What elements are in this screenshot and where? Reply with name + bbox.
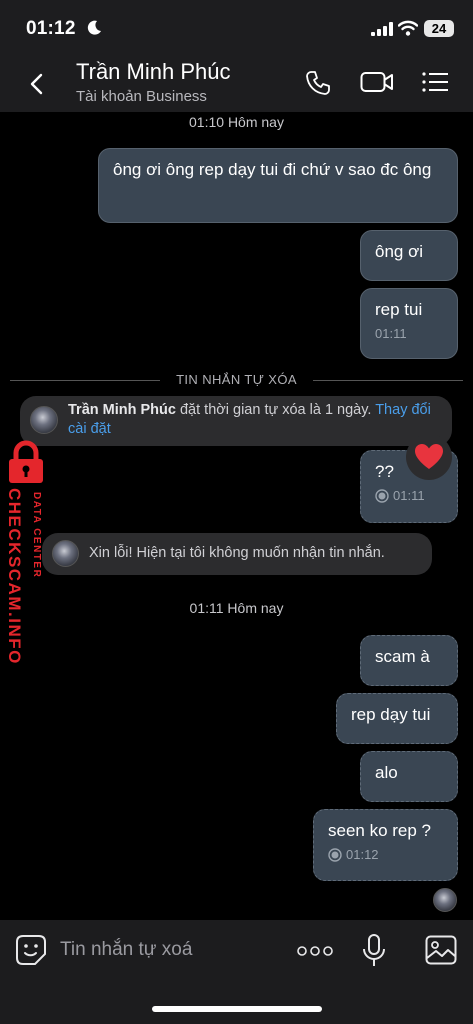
back-icon[interactable]	[26, 72, 48, 96]
message-bubble[interactable]: ông ơi ông rep dạy tui đi chứ v sao đc ô…	[98, 148, 458, 223]
message-bubble[interactable]: ông ơi	[360, 230, 458, 281]
watermark: CHECKSCAM.INFO DATA CENTER	[0, 440, 56, 670]
message-text: scam à	[375, 647, 430, 666]
message-time: 01:11	[393, 488, 425, 503]
message-bubble[interactable]: scam à	[360, 635, 458, 686]
lock-icon	[9, 440, 43, 483]
system-message-name: Trần Minh Phúc	[68, 402, 176, 418]
video-call-icon[interactable]	[360, 70, 394, 94]
wifi-icon	[398, 20, 418, 36]
input-bar: Tin nhắn tự xoá	[0, 920, 473, 1024]
sticker-icon[interactable]	[15, 934, 47, 966]
watermark-text: CHECKSCAM.INFO	[5, 488, 24, 665]
more-options-icon[interactable]	[297, 946, 333, 956]
self-destruct-timer-icon	[328, 848, 342, 862]
battery-indicator: 24	[424, 20, 454, 37]
timestamp: 01:11 Hôm nay	[189, 600, 284, 616]
auto-reply-text: Xin lỗi! Hiện tại tôi không muốn nhận ti…	[89, 545, 385, 561]
avatar[interactable]	[30, 406, 58, 434]
contact-name[interactable]: Trần Minh Phúc	[76, 59, 230, 85]
avatar[interactable]	[52, 540, 79, 567]
message-time: 01:11	[375, 326, 407, 341]
timestamp: 01:10 Hôm nay	[189, 114, 284, 130]
heart-icon	[415, 444, 443, 469]
message-bubble[interactable]: rep tui 01:11	[360, 288, 458, 359]
message-text: ông ơi	[375, 242, 424, 261]
message-text: rep dạy tui	[351, 705, 431, 724]
phone-icon[interactable]	[305, 70, 331, 96]
microphone-icon[interactable]	[362, 934, 386, 968]
message-bubble[interactable]: alo	[360, 751, 458, 802]
seen-avatar	[433, 888, 457, 912]
self-destruct-timer-icon	[375, 489, 389, 503]
status-bar: 01:12 24	[0, 0, 473, 54]
auto-reply-message: Xin lỗi! Hiện tại tôi không muốn nhận ti…	[42, 533, 432, 575]
chat-header: Trần Minh Phúc Tài khoản Business	[0, 54, 473, 112]
divider-label: TIN NHẮN TỰ XÓA	[176, 372, 297, 387]
message-input[interactable]: Tin nhắn tự xoá	[60, 939, 192, 961]
message-text: alo	[375, 763, 398, 782]
image-gallery-icon[interactable]	[425, 935, 457, 965]
message-bubble[interactable]: seen ko rep ? 01:12	[313, 809, 458, 881]
message-text: seen ko rep ?	[328, 821, 432, 840]
home-indicator	[152, 1006, 322, 1012]
heart-reaction[interactable]	[406, 434, 452, 480]
moon-icon	[87, 20, 101, 35]
menu-icon[interactable]	[421, 70, 449, 94]
watermark-subtext: DATA CENTER	[31, 492, 42, 579]
message-time: 01:12	[346, 847, 379, 862]
system-message-text: đặt thời gian tự xóa là 1 ngày.	[175, 402, 376, 418]
message-text: rep tui	[375, 300, 423, 319]
message-text: ông ơi ông rep dạy tui đi chứ v sao đc ô…	[113, 160, 432, 179]
signal-icon	[371, 22, 393, 36]
contact-subtitle: Tài khoản Business	[76, 88, 207, 105]
system-message-timer: Trần Minh Phúc đặt thời gian tự xóa là 1…	[20, 396, 452, 446]
message-list[interactable]: 01:10 Hôm nay ông ơi ông rep dạy tui đi …	[0, 112, 473, 920]
message-bubble[interactable]: rep dạy tui	[336, 693, 458, 744]
status-time: 01:12	[26, 18, 76, 39]
self-destruct-divider: TIN NHẮN TỰ XÓA	[10, 370, 463, 390]
